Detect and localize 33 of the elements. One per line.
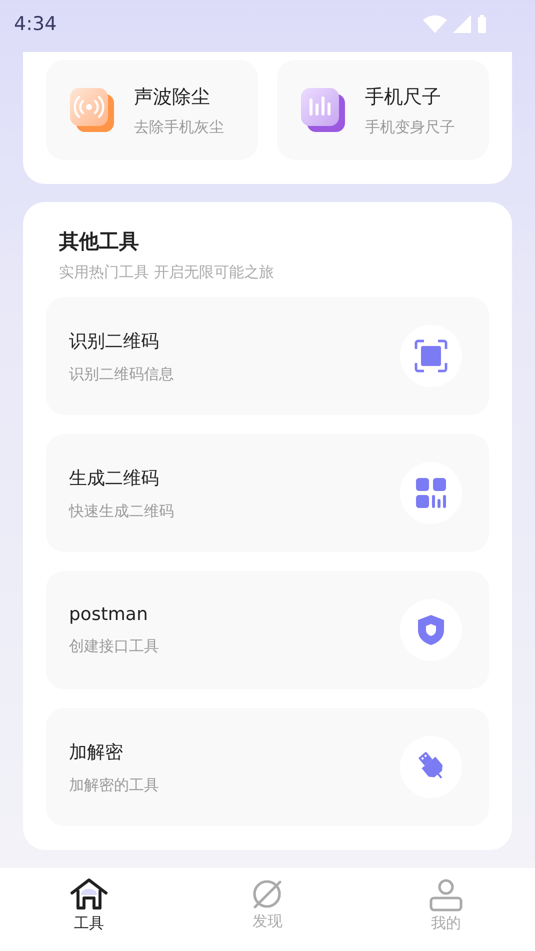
tool-subtitle: 快速生成二维码 [69,502,174,520]
tool-row[interactable]: 识别二维码 识别二维码信息 [46,297,489,415]
bar-chart-icon [299,86,347,134]
tool-title: postman [69,604,149,625]
battery-icon [477,15,487,33]
status-time: 4:34 [14,13,57,35]
tool-title: 声波除尘 [134,84,211,110]
scan-icon [414,339,448,373]
tool-tile[interactable]: 手机尺子 手机变身尺子 [277,60,489,160]
tool-title: 生成二维码 [69,466,160,490]
section-subtitle: 实用热门工具 开启无限可能之旅 [59,263,275,282]
sound-wave-icon [68,86,116,134]
tool-row[interactable]: postman 创建接口工具 [46,571,489,689]
nav-tab[interactable]: 工具 [0,868,178,951]
tool-tile[interactable]: 声波除尘 去除手机灰尘 [46,60,258,160]
planet-icon [251,878,284,910]
tool-row[interactable]: 加解密 加解密的工具 [46,708,489,826]
tool-subtitle: 去除手机灰尘 [134,118,224,136]
tool-title: 手机尺子 [365,84,442,110]
user-icon [428,878,463,912]
home-icon [70,878,108,912]
tool-title: 识别二维码 [69,330,160,352]
shield-icon [417,614,445,646]
tool-row[interactable]: 生成二维码 快速生成二维码 [46,434,489,552]
wifi-icon [423,15,447,33]
tool-title: 加解密 [69,740,124,764]
signal-icon [453,15,471,33]
section-title: 其他工具 [59,228,140,255]
tool-subtitle: 创建接口工具 [69,637,159,656]
tool-subtitle: 手机变身尺子 [365,118,455,136]
tool-subtitle: 识别二维码信息 [69,364,174,384]
tool-subtitle: 加解密的工具 [69,776,159,794]
grid-icon [415,477,447,509]
